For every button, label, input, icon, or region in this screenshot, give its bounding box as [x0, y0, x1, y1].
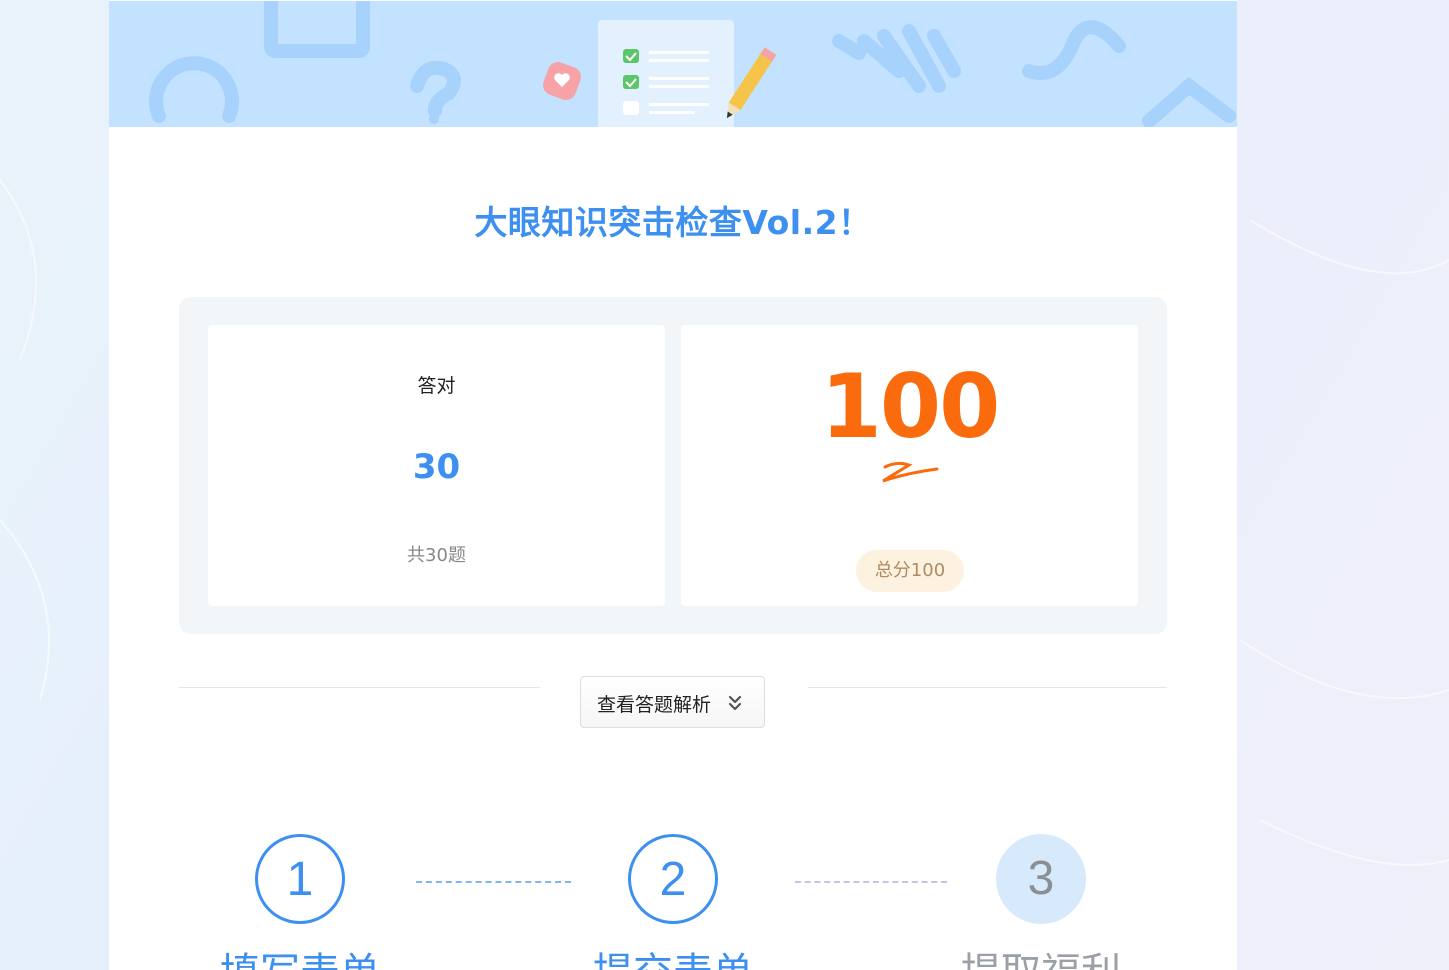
- chevron-double-down-icon: [728, 695, 742, 711]
- score-box: 100 总分100: [681, 325, 1138, 606]
- banner-illustration: [149, 1, 1236, 127]
- quiz-title: 大眼知识突击检查Vol.2！: [474, 203, 872, 242]
- correct-count: 30: [412, 447, 461, 487]
- quiz-result-card: 大眼知识突击检查Vol.2！ 答对 30 共30题 100 总分100 查看答题…: [109, 0, 1237, 970]
- view-analysis-label: 查看答题解析: [597, 694, 712, 716]
- step-3-label: 提取福利: [921, 940, 1161, 970]
- score-swoosh-icon: [882, 461, 939, 483]
- step-connector-1: [416, 881, 571, 883]
- step-1-circle: 1: [255, 834, 345, 924]
- score-value: 100: [820, 355, 1001, 458]
- step-connector-2: [795, 881, 947, 883]
- header-banner: [109, 1, 1237, 127]
- score-panel: 答对 30 共30题 100 总分100: [179, 297, 1167, 634]
- total-score-badge: 总分100: [856, 550, 964, 592]
- divider-left: [179, 687, 540, 688]
- step-3-circle: 3: [996, 834, 1086, 924]
- step-2-label: 提交表单: [553, 940, 793, 970]
- heart-bubble-icon: [543, 62, 581, 100]
- view-analysis-button[interactable]: 查看答题解析: [580, 676, 765, 728]
- step-1-label: 填写表单: [180, 940, 420, 970]
- total-questions: 共30题: [407, 545, 466, 566]
- checklist-icon: [598, 20, 734, 127]
- step-2-circle: 2: [628, 834, 718, 924]
- correct-answers-box: 答对 30 共30题: [208, 325, 665, 606]
- correct-label: 答对: [417, 375, 456, 397]
- divider-right: [808, 687, 1167, 688]
